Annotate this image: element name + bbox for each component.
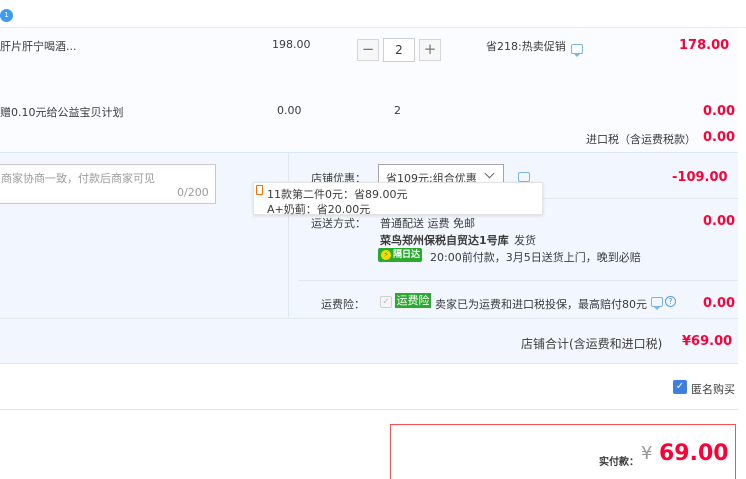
item-promo: 省218:热卖促销 [486, 40, 566, 53]
gift-unit-price: 0.00 [277, 104, 302, 117]
shipping-note: 发货 [514, 234, 536, 247]
help-icon[interactable]: ? [665, 296, 676, 307]
delivery-note: 20:00前付款，3月5日送货上门，晚到必赔 [430, 251, 641, 264]
shipping-label: 运送方式： [311, 217, 366, 230]
shipping-value: 0.00 [703, 214, 736, 229]
import-tax-label: 进口税（含运费税款） [586, 133, 696, 146]
insurance-desc: 卖家已为运费和进口税投保，最高赔付80元 [435, 298, 647, 311]
payment-amount: 69.00 [659, 441, 729, 466]
buyer-memo-input[interactable]: 商家协商一致，付款后商家可见 0/200 [0, 164, 216, 204]
step-badge: 1 [0, 9, 13, 22]
chevron-down-icon [484, 168, 495, 179]
divider [0, 409, 738, 410]
quantity-decrease-button[interactable]: − [357, 39, 379, 61]
divider [0, 318, 738, 319]
insurance-tag: 运费险 [395, 293, 431, 308]
quantity-input[interactable]: 2 [383, 38, 415, 62]
item-subtotal: 178.00 [679, 38, 730, 53]
shipping-method: 普通配送 运费 免邮 [380, 217, 475, 230]
memo-counter: 0/200 [177, 186, 209, 199]
divider [288, 152, 289, 318]
insurance-value: 0.00 [703, 296, 736, 311]
shop-total-label: 店铺合计(含运费和进口税) [521, 337, 663, 351]
gift-subtotal: 0.00 [703, 104, 736, 119]
divider [298, 280, 738, 281]
promo-marker-icon [256, 185, 263, 195]
import-tax-value: 0.00 [703, 130, 736, 145]
anonymous-label[interactable]: 匿名购买 [691, 381, 735, 397]
payment-label: 实付款： [599, 457, 639, 468]
memo-placeholder: 商家协商一致，付款后商家可见 [1, 172, 155, 185]
next-day-label: 隔日达 [393, 250, 421, 260]
currency-symbol: ¥ [641, 443, 653, 464]
gift-title[interactable]: 赠0.10元给公益宝贝计划 [0, 104, 124, 120]
discount-detail-1: 11款第二件0元：省89.00元 [267, 188, 408, 201]
chat-icon[interactable] [518, 172, 530, 185]
next-day-badge: ⚡ 隔日达 [378, 248, 422, 262]
item-title[interactable]: 肝片肝宁喝酒... [0, 38, 77, 54]
insurance-checkbox[interactable]: ✓ [380, 296, 392, 308]
shipping-warehouse: 菜鸟郑州保税自贸达1号库 [380, 234, 509, 247]
gift-quantity: 2 [394, 104, 401, 117]
payment-summary-box: 实付款： ¥ 69.00 [390, 424, 736, 479]
shop-total-value: ¥69.00 [682, 334, 733, 349]
bolt-icon: ⚡ [381, 250, 391, 260]
anonymous-checkbox[interactable]: ✓ [673, 380, 687, 394]
insurance-label: 运费险： [321, 298, 365, 311]
top-strip [0, 0, 746, 28]
quantity-increase-button[interactable]: + [419, 39, 441, 61]
shop-discount-value: -109.00 [672, 170, 728, 185]
chat-icon[interactable] [571, 44, 583, 57]
chat-icon[interactable] [651, 297, 663, 310]
item-unit-price: 198.00 [272, 38, 311, 51]
